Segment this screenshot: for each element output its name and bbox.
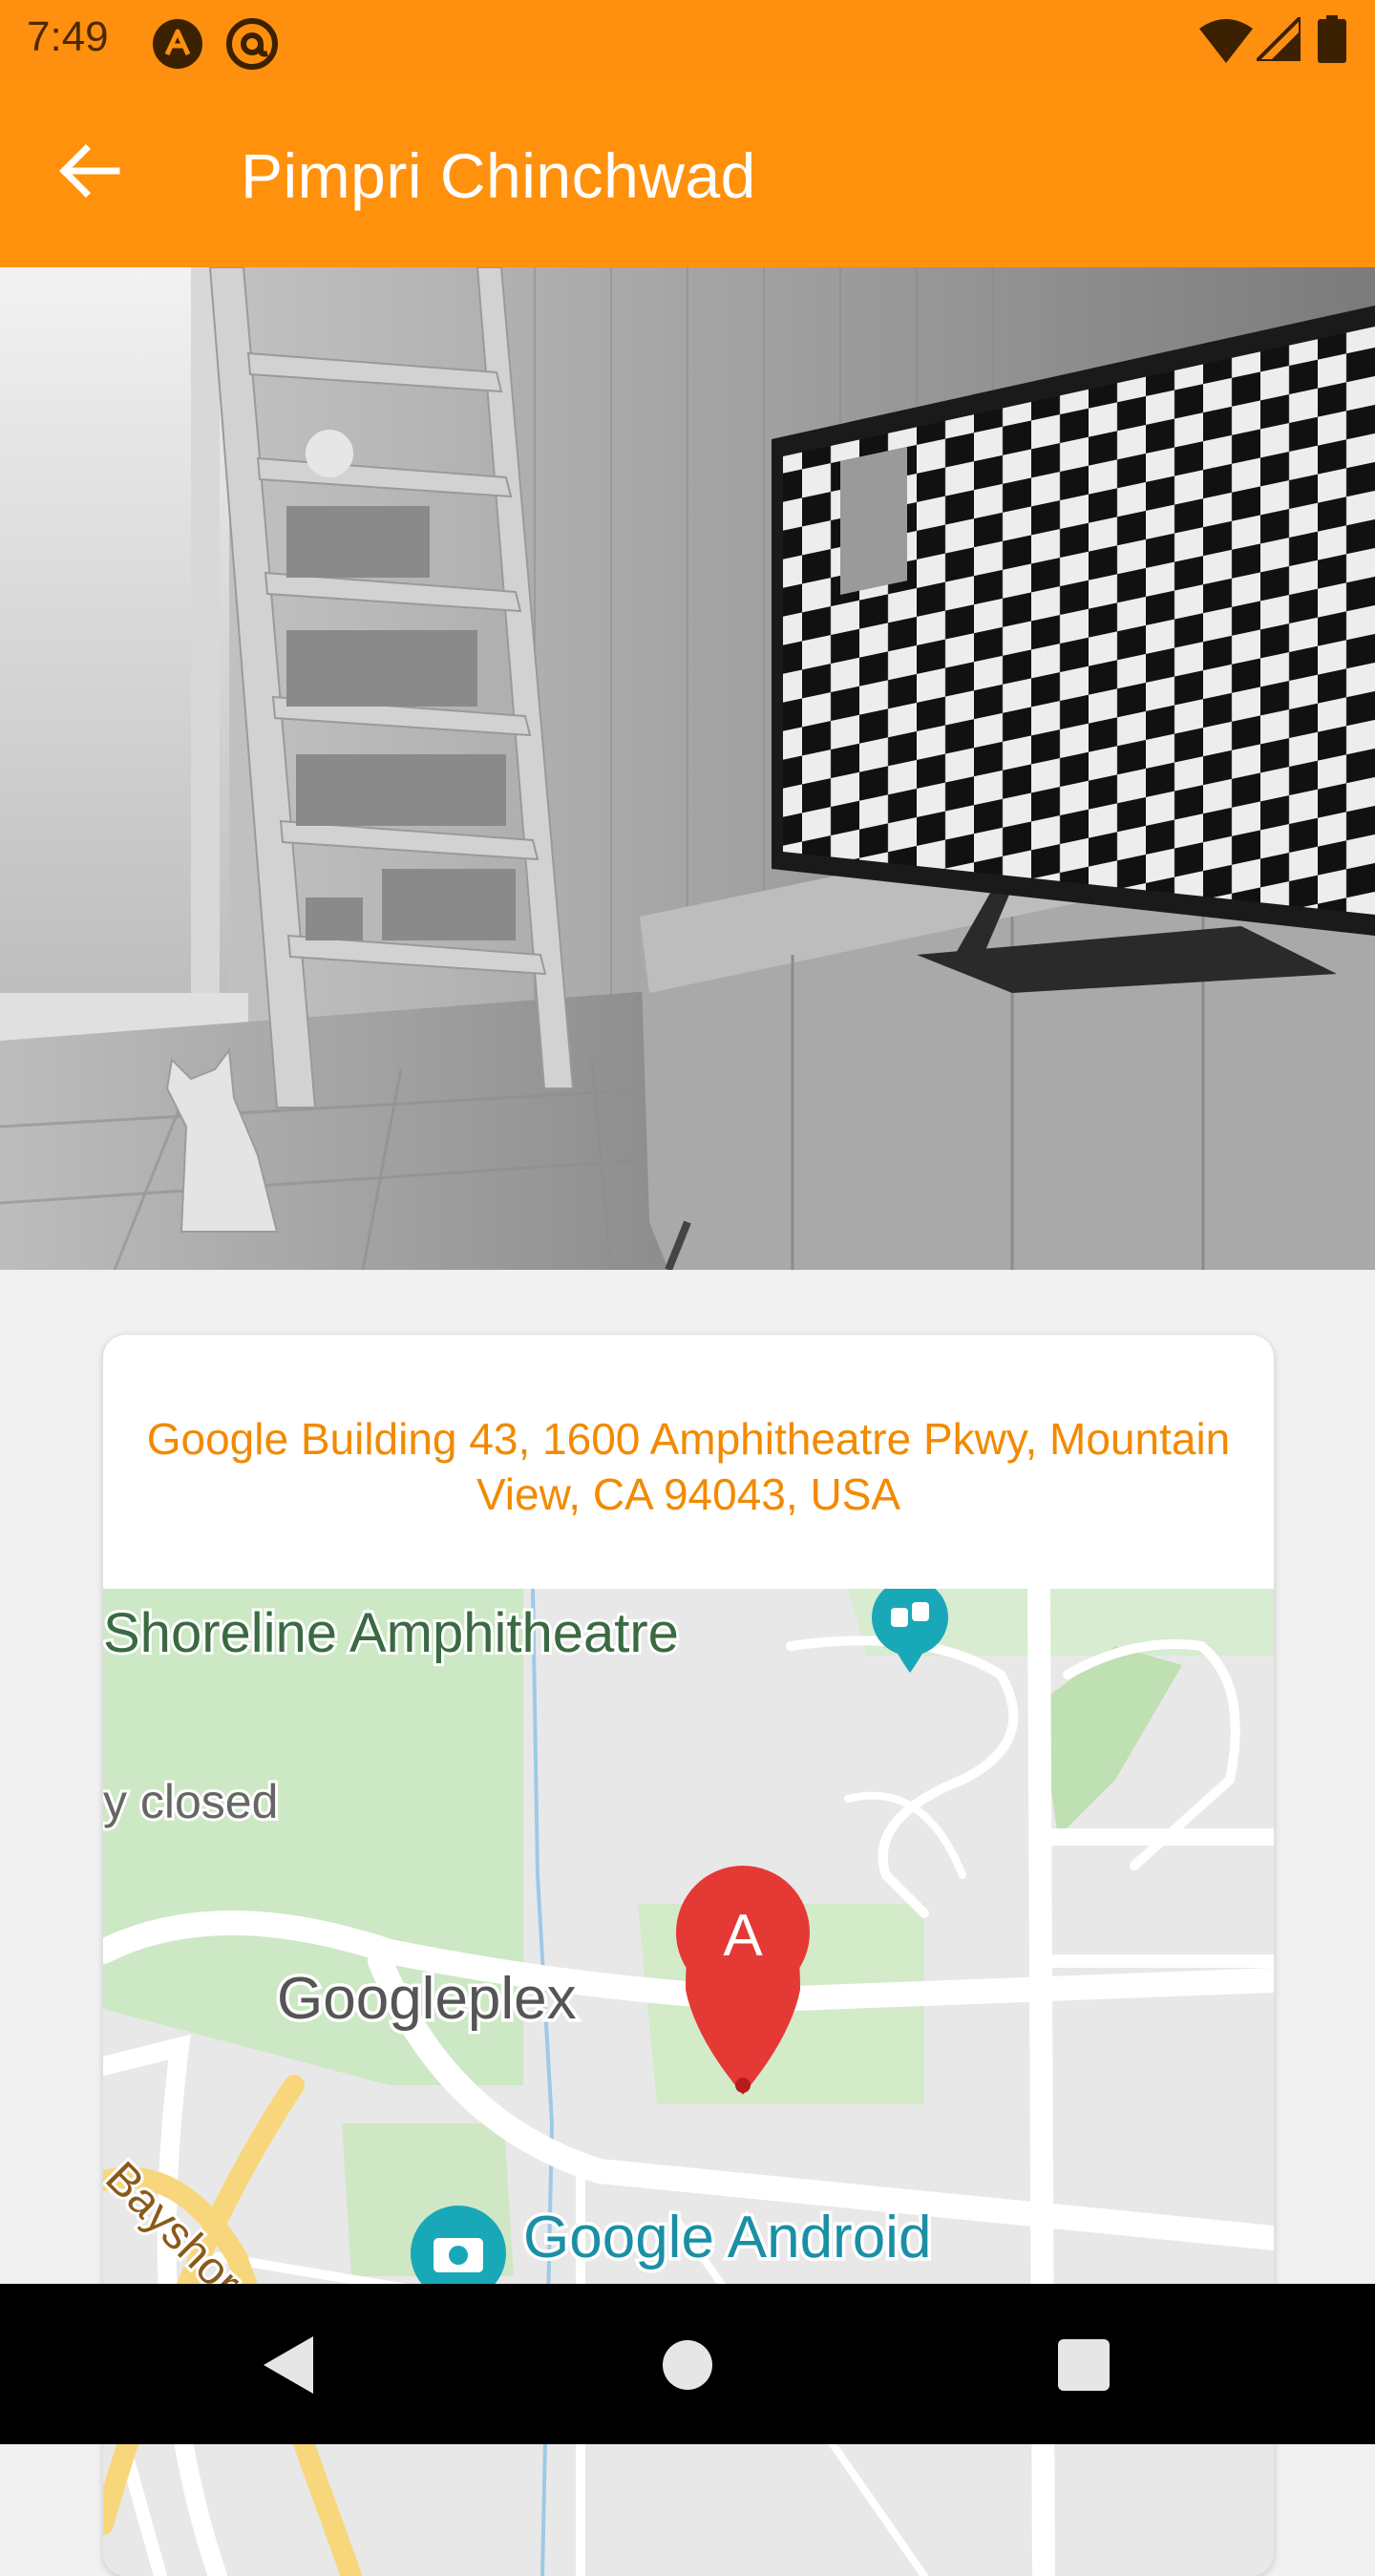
- hero-image: [0, 267, 1375, 1270]
- notification-at-icon: [226, 18, 278, 70]
- map-label-closed: y closed: [103, 1775, 278, 1828]
- marker-label: A: [723, 1903, 763, 1969]
- status-bar: 7:49: [0, 0, 1375, 80]
- system-nav-bar: [0, 2284, 1375, 2444]
- battery-icon: [1318, 15, 1346, 63]
- map-label-android: Google Android: [523, 2205, 931, 2270]
- notification-a-icon: [153, 19, 202, 69]
- wifi-icon: [1199, 19, 1253, 63]
- app-bar: Pimpri Chinchwad: [0, 80, 1375, 267]
- arrow-back-icon[interactable]: [48, 128, 134, 214]
- address-text: Google Building 43, 1600 Amphitheatre Pk…: [146, 1414, 1231, 1519]
- page-title: Pimpri Chinchwad: [241, 140, 756, 211]
- signal-icon: [1257, 17, 1301, 61]
- nav-back-icon[interactable]: [246, 2322, 332, 2408]
- room-photo: [0, 267, 1375, 1270]
- map-label-googleplex: Googleplex: [277, 1966, 577, 2032]
- status-time: 7:49: [27, 13, 109, 60]
- nav-home-icon[interactable]: [645, 2322, 730, 2408]
- nav-recents-icon[interactable]: [1041, 2322, 1127, 2408]
- map-label-shoreline: Shoreline Amphitheatre: [103, 1602, 679, 1664]
